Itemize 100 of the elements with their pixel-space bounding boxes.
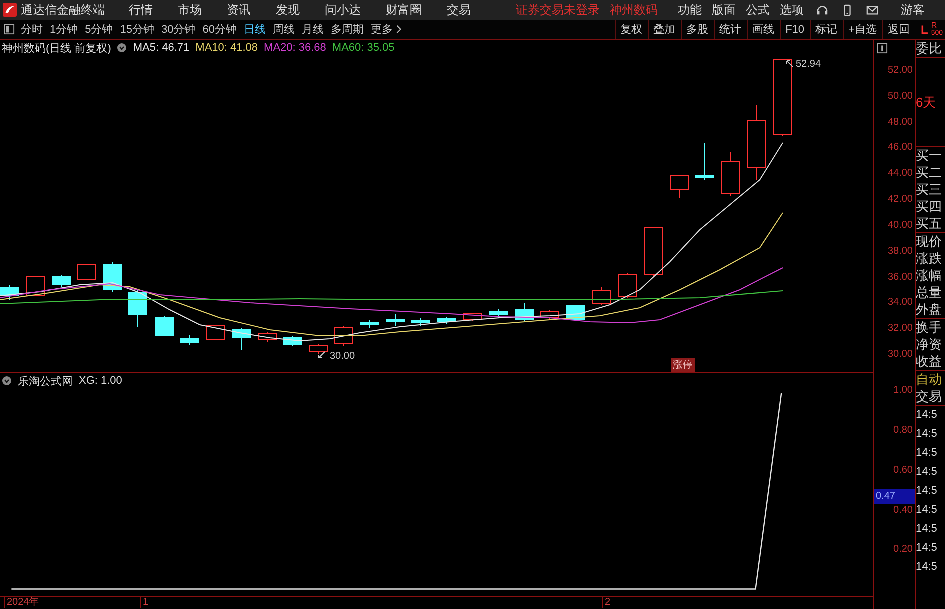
chevron-right-icon[interactable] [396, 25, 402, 34]
period-tab[interactable]: 月线 [302, 22, 324, 37]
period-tab[interactable]: 分时 [21, 22, 43, 37]
date-axis-label: 2024年 [4, 597, 40, 608]
indicator-value: MA10: 41.08 [196, 42, 258, 54]
quote-label: 净资 [916, 336, 943, 353]
menu-item[interactable]: 版面 [712, 2, 736, 18]
price-axis-label: 40.00 [888, 218, 913, 233]
indicator-value: MA20: 36.68 [264, 42, 326, 54]
candlestick [540, 309, 560, 320]
notice-link[interactable]: 证券交易未登录 [516, 2, 600, 18]
indicator-title: 乐淘公式网 [18, 374, 73, 389]
quote-label: 涨幅 [916, 267, 943, 284]
candlestick [206, 325, 226, 340]
candlestick [78, 264, 96, 280]
candlestick [696, 142, 714, 180]
quote-label: 买二 [916, 164, 943, 181]
cursor-value-label: 0.47 [874, 488, 915, 504]
app-logo-icon [3, 3, 17, 17]
toolbar-button[interactable]: 叠加 [648, 20, 681, 39]
toolbar-button[interactable]: 多股 [680, 20, 714, 39]
price-axis-label: 48.00 [888, 116, 913, 130]
headset-icon[interactable] [816, 4, 829, 16]
menu-item[interactable]: 资讯 [227, 2, 251, 18]
quote-label: 现价 [916, 233, 943, 250]
value-axis-label: 1.00 [894, 384, 913, 398]
candlestick [618, 272, 638, 298]
user-label[interactable]: 游客 [901, 2, 925, 18]
candlestick [26, 276, 46, 296]
menu-item[interactable]: 行情 [129, 2, 153, 18]
candlestick [516, 302, 534, 322]
notice-link[interactable]: 神州数码 [610, 2, 658, 18]
price-axis-label: 42.00 [888, 193, 913, 208]
app-title: 通达信金融终端 [21, 2, 105, 18]
panel-toggle-icon[interactable] [877, 43, 888, 54]
trade-time: 14:5 [916, 503, 938, 518]
limit-up-tag: 涨停 [671, 358, 695, 372]
toolbar-button[interactable]: 返回 [882, 20, 915, 39]
period-tab[interactable]: 60分钟 [202, 22, 237, 37]
candlestick [180, 334, 200, 346]
trade-time: 14:5 [916, 408, 938, 423]
candlestick [386, 313, 406, 326]
period-tab[interactable]: 5分钟 [85, 22, 114, 37]
quote-label: 买五 [916, 215, 943, 232]
toolbar-button[interactable]: 画线 [746, 20, 780, 39]
menu-item[interactable]: 财富圈 [386, 2, 422, 18]
price-axis-label: 52.00 [888, 64, 913, 78]
period-tab[interactable]: 周线 [273, 22, 295, 37]
menu-item[interactable]: 市场 [178, 2, 202, 18]
quote-label: 外盘 [916, 301, 943, 318]
period-tab[interactable]: 日线 [244, 22, 266, 37]
value-axis-label: 0.60 [894, 464, 913, 478]
price-label: 30.00 [330, 350, 356, 362]
price-axis-label: 36.00 [888, 270, 913, 285]
menu-item[interactable]: 交易 [447, 2, 471, 18]
value-axis-label: 0.40 [894, 504, 913, 518]
quote-label: 买四 [916, 198, 943, 215]
candlestick [156, 315, 174, 336]
toolbar-button[interactable]: F10 [780, 20, 810, 39]
phone-icon[interactable] [841, 4, 854, 16]
period-tab[interactable]: 15分钟 [120, 22, 154, 37]
price-axis-label: 30.00 [888, 348, 913, 362]
toolbar-button[interactable]: 复权 [614, 20, 648, 39]
arrow-icon [318, 350, 326, 359]
quote-label: 交易 [916, 388, 945, 406]
candlestick [52, 274, 72, 288]
indicator-value: MA5: 46.71 [133, 42, 190, 54]
candlestick [104, 261, 122, 292]
price-axis-label: 32.00 [888, 322, 913, 336]
candlestick [670, 175, 690, 198]
toolbar-button[interactable]: 标记 [810, 20, 843, 39]
chevron-down-icon[interactable] [117, 43, 128, 54]
menu-item[interactable]: 公式 [746, 2, 770, 18]
period-tab[interactable]: 30分钟 [162, 22, 196, 37]
toolbar-button[interactable]: 统计 [714, 20, 747, 39]
price-axis-label: 38.00 [888, 244, 913, 259]
trade-time: 14:5 [916, 522, 938, 537]
menu-item[interactable]: 功能 [678, 2, 702, 18]
streak-days-label: 6天 [916, 94, 936, 110]
price-axis-label: 50.00 [888, 90, 913, 104]
mail-icon[interactable] [866, 4, 879, 16]
menu-item[interactable]: 问小达 [325, 2, 361, 18]
candlestick [310, 343, 328, 354]
period-tab[interactable]: 多周期 [331, 22, 364, 37]
period-tab[interactable]: 更多 [371, 22, 393, 37]
menu-item[interactable]: 发现 [276, 2, 300, 18]
period-tab[interactable]: 1分钟 [50, 22, 78, 37]
arrow-icon [786, 60, 794, 68]
chevron-down-icon[interactable] [2, 376, 12, 386]
date-axis-label: 1 [140, 597, 149, 608]
value-axis-label: 0.20 [894, 543, 913, 558]
menu-item[interactable]: 选项 [780, 2, 804, 18]
toolbar-button[interactable]: +自选 [842, 20, 882, 39]
trade-time: 14:5 [916, 541, 938, 556]
trade-time: 14:5 [916, 446, 938, 461]
candlestick [722, 151, 740, 196]
panel-toggle-icon[interactable] [4, 24, 15, 35]
quote-label: 收益 [916, 353, 943, 370]
indicator-value: MA60: 35.05 [332, 42, 395, 54]
candlestick [438, 316, 456, 324]
